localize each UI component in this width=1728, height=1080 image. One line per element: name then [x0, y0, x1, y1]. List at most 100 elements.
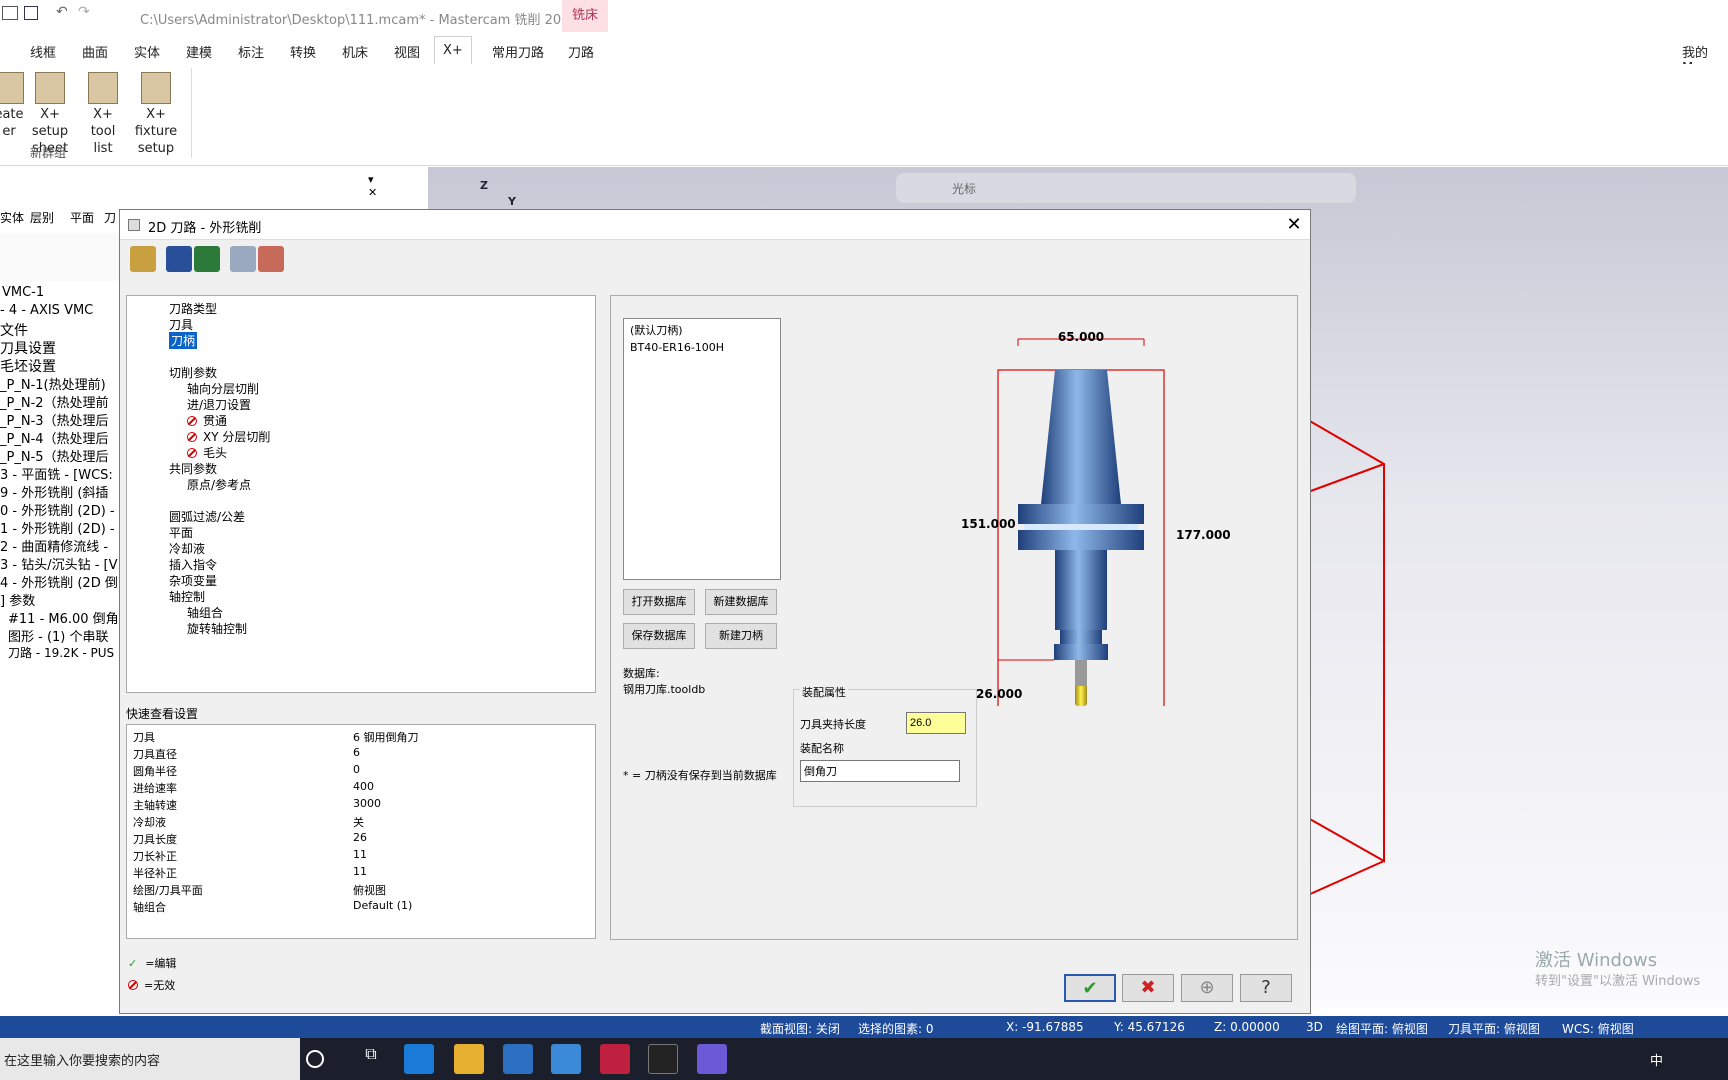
tree-node[interactable]: 共同参数: [169, 460, 217, 477]
fixture-setup-button[interactable]: X+ fixture setup: [127, 72, 185, 157]
panel-tab-levels[interactable]: 层别: [30, 209, 54, 226]
tree-line[interactable]: _P_N-2（热处理前: [0, 392, 109, 411]
tree-line[interactable]: _P_N-3（热处理后: [0, 410, 109, 429]
tree-line[interactable]: 1 - 外形铣削 (2D) -: [0, 518, 115, 537]
tree-node[interactable]: 冷却液: [169, 540, 205, 557]
tree-node[interactable]: XY 分层切削: [187, 428, 270, 445]
tab-common-toolpaths[interactable]: 常用刀路: [492, 42, 544, 61]
tree-node[interactable]: 轴控制: [169, 588, 205, 605]
tree-node[interactable]: 原点/参考点: [187, 476, 251, 493]
edge-icon[interactable]: [404, 1044, 434, 1074]
tree-line[interactable]: - 4 - AXIS VMC: [0, 303, 93, 318]
preview-icon[interactable]: [230, 246, 256, 272]
tree-node[interactable]: 刀路类型: [169, 300, 217, 317]
undo-icon[interactable]: ↶: [56, 4, 68, 20]
tree-node[interactable]: 旋转轴控制: [187, 620, 247, 637]
tree-line[interactable]: 图形 - (1) 个串联: [8, 626, 109, 645]
tab-dimension[interactable]: 标注: [238, 42, 264, 61]
tree-line[interactable]: 毛坯设置: [0, 356, 56, 376]
ime-indicator[interactable]: 中: [1650, 1050, 1663, 1069]
mastercam-icon[interactable]: [600, 1044, 630, 1074]
print-icon[interactable]: [2, 6, 18, 20]
tree-line[interactable]: _P_N-4（热处理后: [0, 428, 109, 447]
list-item[interactable]: BT40-ER16-100H: [624, 341, 780, 354]
panel-tab-solids[interactable]: 实体: [0, 209, 24, 226]
close-doc-icon[interactable]: [258, 246, 284, 272]
tab-wireframe[interactable]: 线框: [30, 42, 56, 61]
tab-toolpaths[interactable]: 刀路: [568, 42, 594, 61]
assembly-name-field[interactable]: [800, 760, 960, 782]
save-database-button[interactable]: 保存数据库: [623, 623, 695, 649]
row-value: 6 钢用倒角刀: [353, 731, 419, 744]
tab-model[interactable]: 建模: [186, 42, 212, 61]
tree-node[interactable]: 刀柄: [169, 332, 198, 349]
cancel-button[interactable]: ✖: [1122, 974, 1174, 1002]
app-icon[interactable]: [697, 1044, 727, 1074]
tab-surface[interactable]: 曲面: [82, 42, 108, 61]
tree-line[interactable]: _P_N-5（热处理后: [0, 446, 109, 465]
tree-node[interactable]: 圆弧过滤/公差: [169, 508, 245, 525]
section-view-status[interactable]: 截面视图: 关闭: [760, 1020, 840, 1037]
tool-plane-status[interactable]: 刀具平面: 俯视图: [1448, 1020, 1540, 1037]
holder-length-field[interactable]: [906, 712, 966, 734]
tree-node[interactable]: 插入指令: [169, 556, 217, 573]
tree-line[interactable]: 文件: [0, 320, 28, 340]
cortana-icon[interactable]: [306, 1050, 324, 1068]
tree-line[interactable]: #11 - M6.00 倒角刀: [8, 608, 132, 627]
terminal-icon[interactable]: [648, 1044, 678, 1074]
tree-line[interactable]: 0 - 外形铣削 (2D) -: [0, 500, 115, 519]
tree-line[interactable]: ] 参数: [0, 590, 35, 609]
tool-icon[interactable]: [130, 246, 156, 272]
help-button[interactable]: ?: [1240, 974, 1292, 1002]
mode-3d[interactable]: 3D: [1306, 1020, 1323, 1034]
task-view-icon[interactable]: ⧉: [356, 1044, 386, 1074]
tree-line[interactable]: 9 - 外形铣削 (斜插: [0, 482, 108, 501]
close-button[interactable]: ✕: [1280, 212, 1308, 238]
tree-node[interactable]: 刀具: [169, 316, 193, 333]
panel-tab-planes[interactable]: 平面: [70, 209, 94, 226]
tree-node[interactable]: 杂项变量: [169, 572, 217, 589]
tree-line[interactable]: VMC-1: [2, 285, 44, 300]
tree-line[interactable]: 刀路 - 19.2K - PUS: [8, 644, 114, 661]
redo-icon[interactable]: ↷: [78, 4, 90, 20]
tab-transform[interactable]: 转换: [290, 42, 316, 61]
pin-icon[interactable]: ▾ ✕: [368, 173, 377, 199]
holder-list[interactable]: (默认刀柄) BT40-ER16-100H: [623, 318, 781, 580]
tab-machine[interactable]: 机床: [342, 42, 368, 61]
store-icon[interactable]: [503, 1044, 533, 1074]
panel-tab-toolpaths[interactable]: 刀: [104, 209, 116, 226]
tree-line[interactable]: 3 - 平面铣 - [WCS:: [0, 464, 113, 483]
tree-node[interactable]: 轴组合: [187, 604, 223, 621]
list-item[interactable]: (默认刀柄): [624, 319, 780, 341]
save-icon[interactable]: [166, 246, 192, 272]
tree-node[interactable]: 进/退刀设置: [187, 396, 251, 413]
wcs-status[interactable]: WCS: 俯视图: [1562, 1020, 1634, 1037]
tree-node[interactable]: 切削参数: [169, 364, 217, 381]
tab-xplus[interactable]: X+: [434, 36, 472, 66]
new-holder-button[interactable]: 新建刀柄: [705, 623, 777, 649]
tree-line[interactable]: 刀具设置: [0, 338, 56, 358]
tree-node[interactable]: 平面: [169, 524, 193, 541]
tool-list-button[interactable]: X+ tool list: [80, 72, 126, 157]
create-button[interactable]: eateer: [0, 72, 24, 140]
tree-node[interactable]: 毛头: [187, 444, 227, 461]
save-as-icon[interactable]: [194, 246, 220, 272]
tree-line[interactable]: 2 - 曲面精修流线 -: [0, 536, 108, 555]
tree-line[interactable]: 3 - 钻头/沉头钻 - [V: [0, 554, 118, 573]
tree-line[interactable]: 4 - 外形铣削 (2D 倒: [0, 572, 118, 591]
tab-view[interactable]: 视图: [394, 42, 420, 61]
taskbar-search[interactable]: 在这里输入你要搜索的内容: [0, 1038, 300, 1080]
tree-node[interactable]: 贯通: [187, 412, 227, 429]
tab-solid[interactable]: 实体: [134, 42, 160, 61]
open-database-button[interactable]: 打开数据库: [623, 589, 695, 615]
save-icon[interactable]: [24, 6, 38, 20]
add-button[interactable]: ⊕: [1181, 974, 1233, 1002]
new-database-button[interactable]: 新建数据库: [705, 589, 777, 615]
graphics-plane-status[interactable]: 绘图平面: 俯视图: [1336, 1020, 1428, 1037]
file-explorer-icon[interactable]: [454, 1044, 484, 1074]
context-tab-mill[interactable]: 铣床: [562, 0, 608, 32]
tree-line[interactable]: _P_N-1(热处理前): [0, 374, 106, 393]
ok-button[interactable]: ✔: [1064, 974, 1116, 1002]
tree-node[interactable]: 轴向分层切削: [187, 380, 259, 397]
mail-icon[interactable]: [551, 1044, 581, 1074]
